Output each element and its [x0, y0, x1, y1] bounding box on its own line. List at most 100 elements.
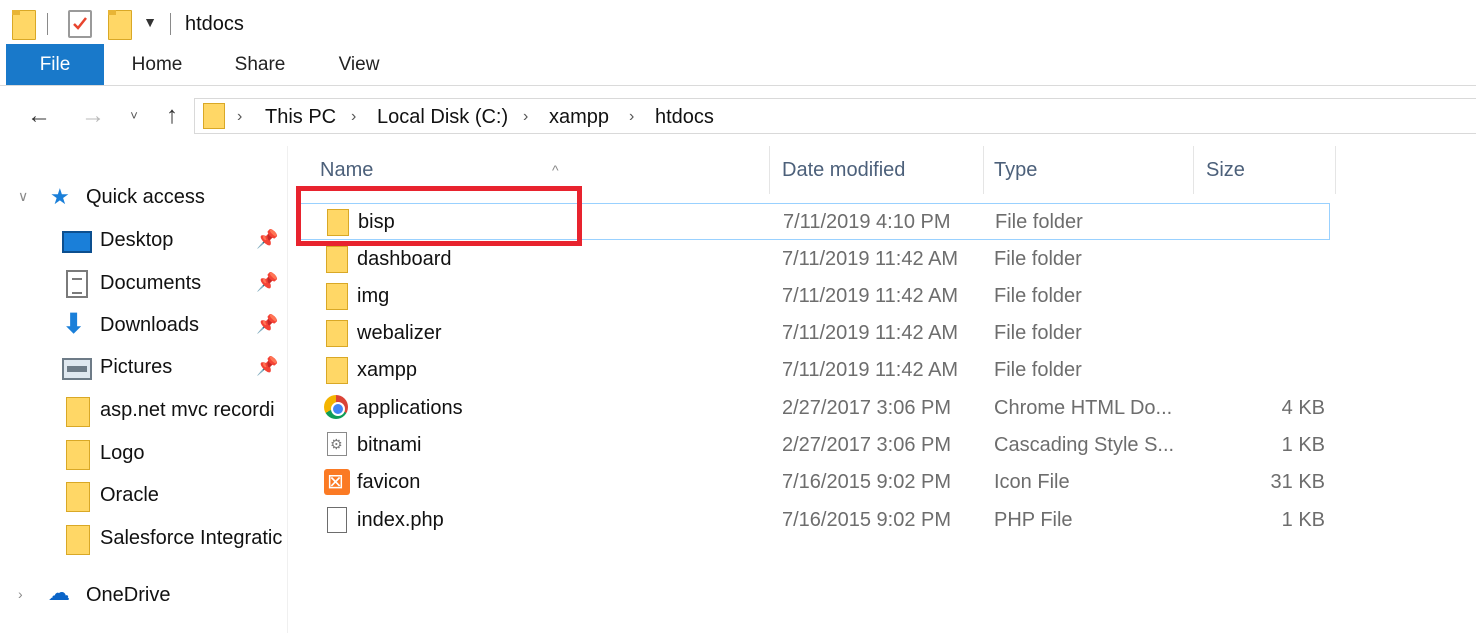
back-arrow-icon[interactable]: ←	[24, 102, 54, 130]
quick-access-item[interactable]: ∨ ★ Quick access	[0, 176, 287, 218]
column-header-date[interactable]: Date modified	[770, 146, 984, 194]
file-row-applications[interactable]: applications 2/27/2017 3:06 PM Chrome HT…	[296, 390, 1330, 427]
sidebar-item-label: Downloads	[100, 314, 199, 336]
file-row-bitnami[interactable]: bitnami 2/27/2017 3:06 PM Cascading Styl…	[296, 427, 1330, 464]
folder-icon	[326, 246, 348, 273]
tab-share[interactable]: Share	[222, 44, 298, 85]
file-name: bitnami	[357, 434, 422, 456]
expand-chevron-icon[interactable]: ›	[18, 586, 23, 602]
file-row-dashboard[interactable]: dashboard 7/11/2019 11:42 AM File folder	[296, 241, 1330, 278]
sidebar-item-asp-net-mvc[interactable]: asp.net mvc recordi	[0, 389, 287, 431]
up-arrow-icon[interactable]: ↑	[158, 102, 186, 130]
file-name: xampp	[357, 359, 418, 381]
file-type: PHP File	[994, 509, 1073, 531]
sidebar-item-label: OneDrive	[86, 584, 171, 606]
navigation-bar: ← → ˅ ↑ › This PC › Local Disk (C:) › xa…	[0, 86, 1476, 146]
column-header-size[interactable]: Size	[1194, 146, 1336, 194]
folder-icon	[66, 525, 90, 555]
file-row-index-php[interactable]: index.php 7/16/2015 9:02 PM PHP File 1 K…	[296, 502, 1330, 539]
sidebar-item-label: Pictures	[100, 356, 173, 378]
sidebar-item-label: Oracle	[100, 484, 159, 506]
file-name: applications	[357, 397, 463, 419]
breadcrumb-separator[interactable]: ›	[629, 106, 634, 128]
file-row-webalizer[interactable]: webalizer 7/11/2019 11:42 AM File folder	[296, 315, 1330, 352]
file-type: File folder	[994, 322, 1082, 344]
pictures-icon	[62, 358, 92, 380]
downloads-icon: ⬇	[62, 308, 86, 339]
folder-icon	[66, 482, 90, 512]
sidebar-item-salesforce[interactable]: Salesforce Integratic	[0, 517, 287, 559]
recent-locations-chevron-icon[interactable]: ˅	[124, 102, 144, 130]
file-row-favicon[interactable]: favicon 7/16/2015 9:02 PM Icon File 31 K…	[296, 464, 1330, 501]
breadcrumb-separator[interactable]: ›	[523, 106, 528, 128]
file-date: 7/11/2019 11:42 AM	[782, 285, 959, 307]
file-type: File folder	[994, 248, 1082, 270]
tab-home[interactable]: Home	[118, 44, 196, 85]
css-file-icon	[327, 432, 347, 456]
address-folder-icon	[203, 103, 225, 129]
breadcrumb-separator[interactable]: ›	[237, 106, 242, 128]
quick-access-label: Quick access	[86, 186, 205, 208]
file-name: dashboard	[357, 248, 452, 270]
sort-ascending-icon: ^	[552, 162, 559, 178]
file-date: 2/27/2017 3:06 PM	[782, 434, 952, 456]
file-date: 7/11/2019 4:10 PM	[783, 211, 951, 233]
file-name: favicon	[357, 471, 421, 493]
file-type: Icon File	[994, 471, 1070, 493]
expand-chevron-icon[interactable]: ∨	[18, 188, 28, 205]
file-name: img	[357, 285, 390, 307]
folder-icon	[66, 440, 90, 470]
star-icon: ★	[50, 184, 70, 209]
pin-icon[interactable]: 📌	[256, 229, 278, 250]
file-type: Chrome HTML Do...	[994, 397, 1173, 419]
window-folder-icon	[12, 10, 36, 40]
file-date: 2/27/2017 3:06 PM	[782, 397, 952, 419]
tab-view[interactable]: View	[326, 44, 392, 85]
tab-file[interactable]: File	[6, 44, 104, 85]
forward-arrow-icon[interactable]: →	[78, 102, 108, 130]
folder-icon	[326, 320, 348, 347]
sidebar-item-oracle[interactable]: Oracle	[0, 474, 287, 516]
breadcrumb-local-disk[interactable]: Local Disk (C:)	[377, 105, 508, 129]
ribbon-tabs: File Home Share View	[0, 44, 1476, 86]
breadcrumb-htdocs[interactable]: htdocs	[655, 105, 714, 129]
customize-toolbar-icon[interactable]: ▼	[143, 14, 157, 30]
title-bar: ▼ htdocs	[0, 0, 1476, 44]
desktop-icon	[62, 231, 92, 253]
sidebar-item-logo[interactable]: Logo	[0, 432, 287, 474]
sidebar-item-desktop[interactable]: Desktop 📌	[0, 219, 287, 261]
file-type: File folder	[994, 285, 1082, 307]
column-header-type[interactable]: Type	[984, 146, 1194, 194]
documents-icon	[66, 270, 88, 298]
properties-icon[interactable]	[68, 10, 92, 38]
cloud-icon: ☁	[48, 580, 70, 605]
file-size: 1 KB	[1281, 509, 1325, 531]
pin-icon[interactable]: 📌	[256, 272, 278, 293]
file-size: 1 KB	[1281, 434, 1325, 456]
file-name: index.php	[357, 509, 444, 531]
sidebar-item-onedrive[interactable]: › ☁ OneDrive	[0, 574, 287, 616]
new-folder-icon[interactable]	[108, 10, 132, 40]
pin-icon[interactable]: 📌	[256, 356, 278, 377]
breadcrumb-xampp[interactable]: xampp	[549, 105, 609, 129]
column-header-label: Size	[1206, 159, 1245, 181]
file-date: 7/11/2019 11:42 AM	[782, 248, 959, 270]
address-bar[interactable]: › This PC › Local Disk (C:) › xampp › ht…	[194, 98, 1476, 134]
sidebar-item-pictures[interactable]: Pictures 📌	[0, 346, 287, 388]
sidebar-item-documents[interactable]: Documents 📌	[0, 262, 287, 304]
highlight-annotation	[296, 186, 582, 246]
window-title: htdocs	[185, 13, 244, 35]
file-row-xampp[interactable]: xampp 7/11/2019 11:42 AM File folder	[296, 352, 1330, 389]
file-date: 7/11/2019 11:42 AM	[782, 359, 959, 381]
chrome-icon	[324, 395, 348, 419]
file-row-img[interactable]: img 7/11/2019 11:42 AM File folder	[296, 278, 1330, 315]
php-file-icon	[327, 507, 347, 533]
breadcrumb-this-pc[interactable]: This PC	[265, 105, 336, 129]
breadcrumb-separator[interactable]: ›	[351, 106, 356, 128]
column-header-label: Type	[994, 159, 1038, 181]
file-type: File folder	[995, 211, 1083, 233]
sidebar-item-label: Logo	[100, 442, 145, 464]
pin-icon[interactable]: 📌	[256, 314, 278, 335]
file-date: 7/16/2015 9:02 PM	[782, 471, 952, 493]
sidebar-item-downloads[interactable]: ⬇ Downloads 📌	[0, 304, 287, 346]
